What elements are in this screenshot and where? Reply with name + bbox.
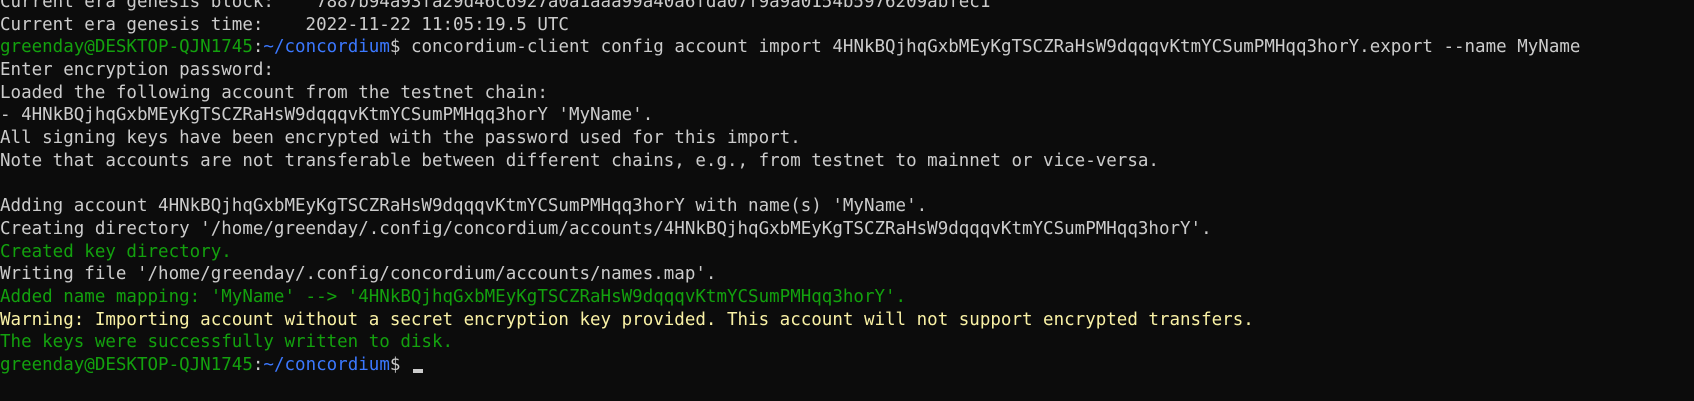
prompt-symbol: $ — [389, 37, 411, 58]
terminal-line: The keys were successfully written to di… — [0, 331, 1694, 354]
prompt-user-host: greenday@DESKTOP-QJN1745 — [0, 37, 253, 58]
output-text: Writing file '/home/greenday/.config/con… — [0, 264, 717, 285]
terminal-line: Loaded the following account from the te… — [0, 82, 1694, 105]
success-message: The keys were successfully written to di… — [0, 332, 454, 353]
success-message: Added name mapping: 'MyName' --> '4HNkBQ… — [0, 286, 907, 307]
prompt-line: greenday@DESKTOP-QJN1745:~/concordium$ c… — [0, 37, 1581, 58]
output-text: Enter encryption password: — [0, 60, 274, 81]
prompt-user-host: greenday@DESKTOP-QJN1745 — [0, 355, 253, 375]
terminal-line: Writing file '/home/greenday/.config/con… — [0, 263, 1694, 286]
terminal-line: Added name mapping: 'MyName' --> '4HNkBQ… — [0, 286, 1694, 309]
output-text: Note that accounts are not transferable … — [0, 150, 1159, 171]
output-text: Current era genesis time: 2022-11-22 11:… — [0, 14, 569, 35]
output-text: Loaded the following account from the te… — [0, 82, 548, 103]
terminal-line: Enter encryption password: — [0, 59, 1694, 82]
terminal-line: Adding account 4HNkBQjhqGxbMEyKgTSCZRaHs… — [0, 195, 1694, 218]
terminal-line: All signing keys have been encrypted wit… — [0, 127, 1694, 150]
warning-message: Warning: Importing account without a sec… — [0, 309, 1254, 330]
terminal-line: Warning: Importing account without a sec… — [0, 309, 1694, 332]
text-cursor — [412, 369, 423, 373]
terminal-line: - 4HNkBQjhqGxbMEyKgTSCZRaHsW9dqqqvKtmYCS… — [0, 104, 1694, 127]
terminal-line: Created key directory. — [0, 241, 1694, 264]
output-text: - 4HNkBQjhqGxbMEyKgTSCZRaHsW9dqqqvKtmYCS… — [0, 105, 654, 126]
command-text: concordium-client config account import … — [410, 37, 1581, 58]
success-message: Created key directory. — [0, 241, 232, 262]
prompt-path: ~/concordium — [263, 355, 390, 375]
terminal-line: Creating directory '/home/greenday/.conf… — [0, 218, 1694, 241]
output-text: Adding account 4HNkBQjhqGxbMEyKgTSCZRaHs… — [0, 196, 928, 217]
prompt-path: ~/concordium — [263, 37, 390, 58]
output-text: Current era genesis block: 7887b94a93fa2… — [0, 0, 991, 12]
output-text: All signing keys have been encrypted wit… — [0, 128, 801, 149]
terminal-line: Note that accounts are not transferable … — [0, 150, 1694, 173]
terminal-line: Current era genesis block: 7887b94a93fa2… — [0, 0, 1694, 14]
output-text: Creating directory '/home/greenday/.conf… — [0, 218, 1212, 239]
prompt-line: greenday@DESKTOP-QJN1745:~/concordium$ — [0, 354, 1694, 377]
terminal-line: Current era genesis time: 2022-11-22 11:… — [0, 14, 1694, 37]
terminal-output[interactable]: Current era genesis block: 7887b94a93fa2… — [0, 0, 1694, 377]
prompt-symbol: $ — [389, 355, 411, 375]
